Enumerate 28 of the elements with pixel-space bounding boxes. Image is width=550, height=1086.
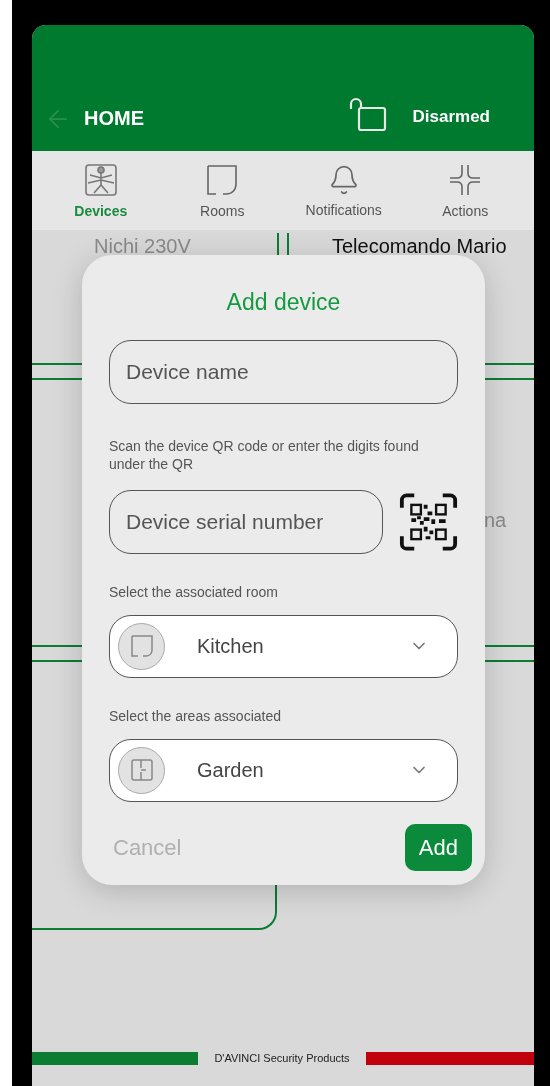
nav-tab[interactable]: Actions	[404, 159, 526, 222]
alarm-status: Disarmed	[412, 105, 490, 128]
device-tile-name: Telecomando Mario	[332, 236, 507, 256]
device-name-field[interactable]: Device name	[109, 339, 458, 404]
add-button[interactable]: Add	[404, 823, 472, 871]
open-padlock-icon	[348, 97, 389, 133]
qr-hint: Scan the device QR code or enter the digits found under the QR	[109, 436, 420, 473]
crosshair-icon	[448, 163, 483, 197]
nav-tab[interactable]: Devices	[40, 159, 162, 222]
dropdown[interactable]: Garden	[109, 738, 458, 802]
brand-footer: D'AVINCI Security Products	[198, 1050, 366, 1067]
figure-icon	[83, 163, 118, 197]
device-tile-name: na	[484, 510, 507, 530]
dropdown-value: Kitchen	[196, 634, 265, 659]
room-icon	[128, 633, 155, 659]
dropdown[interactable]: Kitchen	[109, 614, 458, 678]
qr-code-icon[interactable]	[399, 490, 458, 553]
dropdown-value: Garden	[196, 758, 265, 783]
room-icon	[205, 163, 240, 197]
serial-number-field[interactable]: Device serial number	[109, 489, 383, 554]
floor-plan-icon	[128, 757, 155, 783]
room-label: Select the associated room	[109, 582, 279, 602]
nav-tab[interactable]: Notifications	[283, 160, 405, 221]
dialog-title: Add device	[225, 288, 342, 317]
area-label: Select the areas associated	[109, 706, 282, 726]
device-tile-name: Nichi 230V	[94, 236, 191, 256]
home-title: HOME	[84, 106, 144, 131]
nav-tab[interactable]: Rooms	[161, 159, 283, 222]
